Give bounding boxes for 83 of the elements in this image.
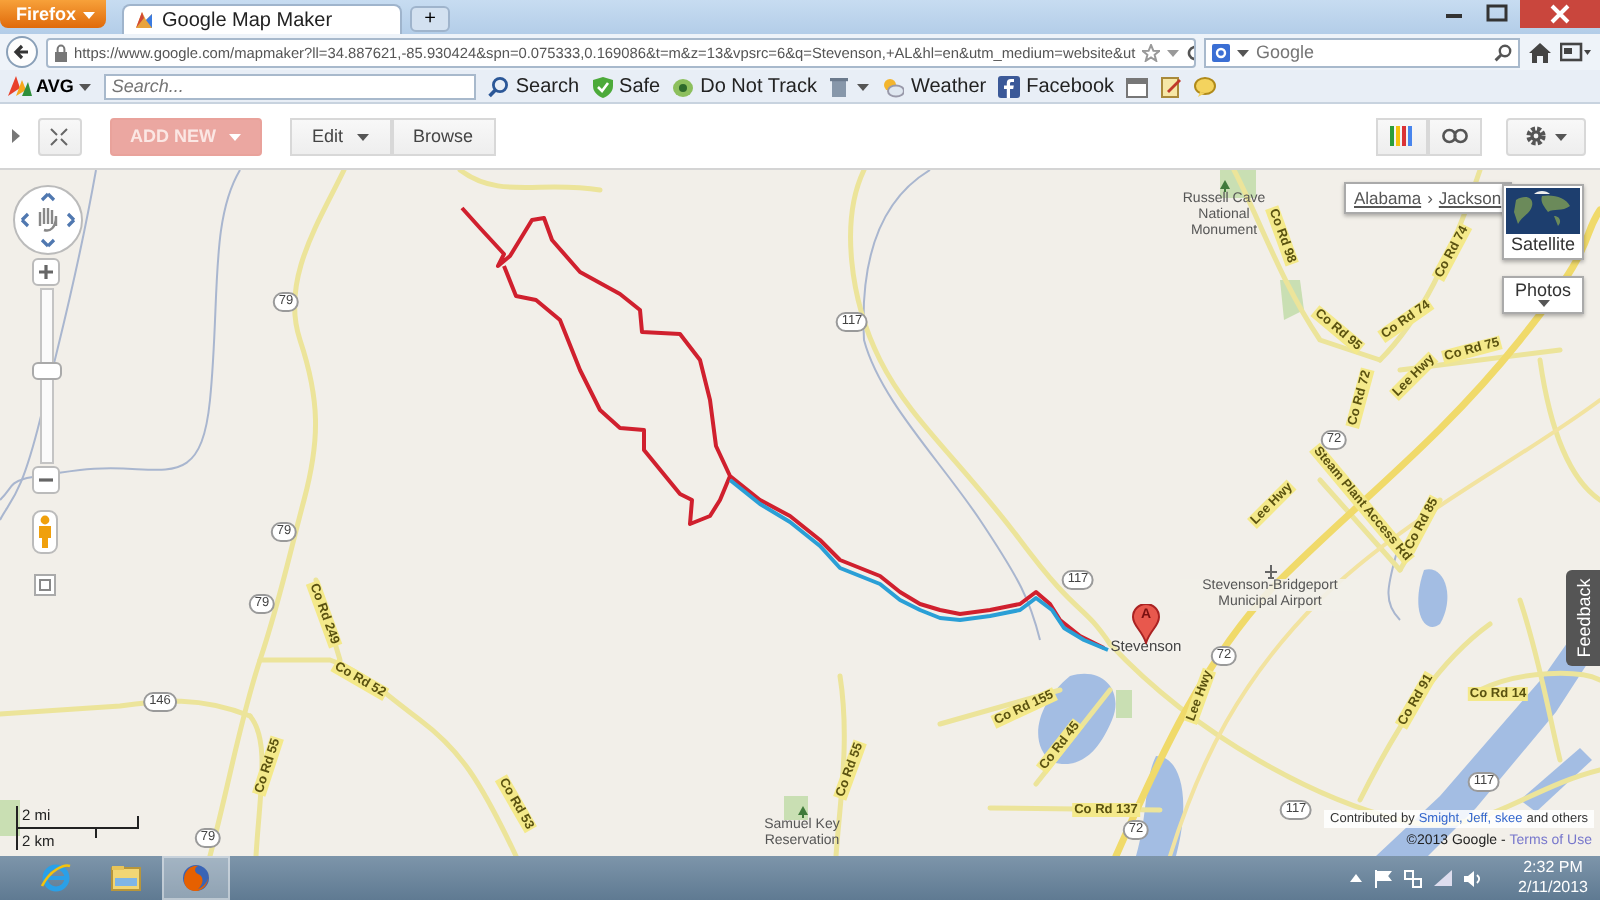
dropdown-icon[interactable] bbox=[1165, 47, 1180, 57]
search-icon[interactable] bbox=[1494, 43, 1512, 61]
notepad-icon[interactable] bbox=[1160, 75, 1183, 97]
tree-icon bbox=[797, 806, 807, 818]
avg-logo-icon bbox=[8, 76, 32, 96]
taskbar-app-button[interactable] bbox=[162, 856, 230, 900]
zoom-in-button[interactable] bbox=[32, 258, 60, 286]
park-area bbox=[784, 796, 808, 820]
zoom-out-button[interactable] bbox=[32, 466, 60, 494]
color-legend-button[interactable] bbox=[1376, 117, 1428, 155]
flag-icon[interactable] bbox=[1374, 869, 1392, 887]
firefox-icon bbox=[180, 862, 212, 894]
ie-icon bbox=[40, 862, 72, 894]
caret-icon bbox=[77, 81, 92, 91]
caret-icon bbox=[1537, 300, 1549, 308]
speaker-icon[interactable] bbox=[1464, 869, 1482, 887]
airplane-icon bbox=[1263, 565, 1277, 579]
browser-tab[interactable]: Google Map Maker bbox=[122, 4, 403, 34]
trash-menu-button[interactable] bbox=[828, 75, 871, 97]
shield-icon bbox=[591, 75, 614, 97]
chat-icon[interactable] bbox=[1194, 75, 1217, 97]
calendar-icon[interactable] bbox=[1126, 75, 1149, 97]
park-area bbox=[0, 800, 20, 836]
feedback-button[interactable]: Feedback bbox=[1566, 570, 1600, 666]
breadcrumb-separator: › bbox=[1427, 188, 1433, 208]
caret-icon bbox=[82, 9, 97, 19]
photos-button[interactable]: Photos bbox=[1502, 276, 1584, 314]
close-icon[interactable] bbox=[1520, 0, 1600, 28]
globe-thumbnail bbox=[1506, 188, 1580, 234]
home-icon[interactable] bbox=[1528, 41, 1552, 63]
show-hidden-icons-icon[interactable] bbox=[1350, 874, 1362, 882]
pond bbox=[1418, 569, 1448, 627]
tree-icon bbox=[1219, 180, 1229, 192]
avg-search-field[interactable]: Search... bbox=[103, 73, 476, 99]
satellite-button[interactable]: Satellite bbox=[1502, 184, 1584, 260]
caret-icon bbox=[1236, 47, 1250, 57]
caret-icon bbox=[1554, 131, 1568, 141]
network-icon[interactable] bbox=[1404, 869, 1422, 887]
tracking-button[interactable]: Do Not Track bbox=[672, 75, 817, 97]
safe-button[interactable]: Safe bbox=[591, 75, 661, 97]
signal-icon[interactable] bbox=[1434, 870, 1452, 886]
search-button[interactable]: Search bbox=[487, 75, 580, 97]
settings-icon bbox=[1524, 124, 1548, 148]
map-favicon-icon bbox=[134, 10, 155, 30]
zoom-out-icon bbox=[38, 472, 54, 488]
mode-button[interactable]: Edit bbox=[290, 117, 392, 155]
folder-icon bbox=[110, 862, 142, 894]
scale-ruler-icon bbox=[16, 806, 140, 850]
pan-control-icon[interactable] bbox=[12, 184, 84, 256]
caret-icon bbox=[856, 81, 871, 91]
bookmark-star-icon[interactable] bbox=[1141, 43, 1160, 61]
collapse-arrows-icon bbox=[50, 127, 68, 145]
mode-button[interactable]: Browse bbox=[391, 117, 496, 155]
fullscreen-button[interactable] bbox=[38, 117, 82, 155]
back-icon[interactable] bbox=[6, 36, 38, 68]
trash-icon bbox=[828, 75, 851, 97]
facebook-icon bbox=[998, 75, 1021, 97]
search-icon bbox=[487, 75, 510, 97]
breadcrumb-link[interactable]: Jackson bbox=[1438, 188, 1502, 208]
breadcrumb-link[interactable]: Alabama bbox=[1354, 188, 1422, 208]
lock-icon bbox=[54, 43, 68, 61]
park-area bbox=[1280, 280, 1304, 320]
settings-button[interactable] bbox=[1506, 117, 1586, 155]
new-tab-button[interactable]: + bbox=[410, 6, 451, 32]
park-area bbox=[1116, 690, 1132, 718]
search-engine-icon bbox=[1212, 43, 1230, 61]
link-button[interactable] bbox=[1428, 117, 1482, 155]
search-bar[interactable]: Google bbox=[1204, 37, 1520, 67]
color-bars-icon bbox=[1390, 126, 1414, 146]
expand-panel-icon[interactable] bbox=[10, 128, 22, 144]
link-icon bbox=[1442, 128, 1468, 144]
zoom-in-icon bbox=[38, 264, 54, 280]
eye-icon bbox=[672, 75, 695, 97]
add-new-button: ADD NEW bbox=[110, 117, 262, 155]
overview-map-icon[interactable] bbox=[34, 574, 56, 596]
caret-icon bbox=[228, 131, 242, 141]
zoom-handle[interactable] bbox=[31, 361, 61, 380]
avg-menu-button[interactable]: AVG bbox=[8, 76, 92, 96]
clock[interactable]: 2:32 PM 2/11/2013 bbox=[1518, 858, 1588, 898]
weather-button[interactable]: Weather bbox=[882, 75, 987, 97]
window-menu-icon[interactable] bbox=[1560, 41, 1592, 63]
facebook-button[interactable]: Facebook bbox=[998, 75, 1115, 97]
sun-cloud-icon bbox=[882, 75, 905, 97]
